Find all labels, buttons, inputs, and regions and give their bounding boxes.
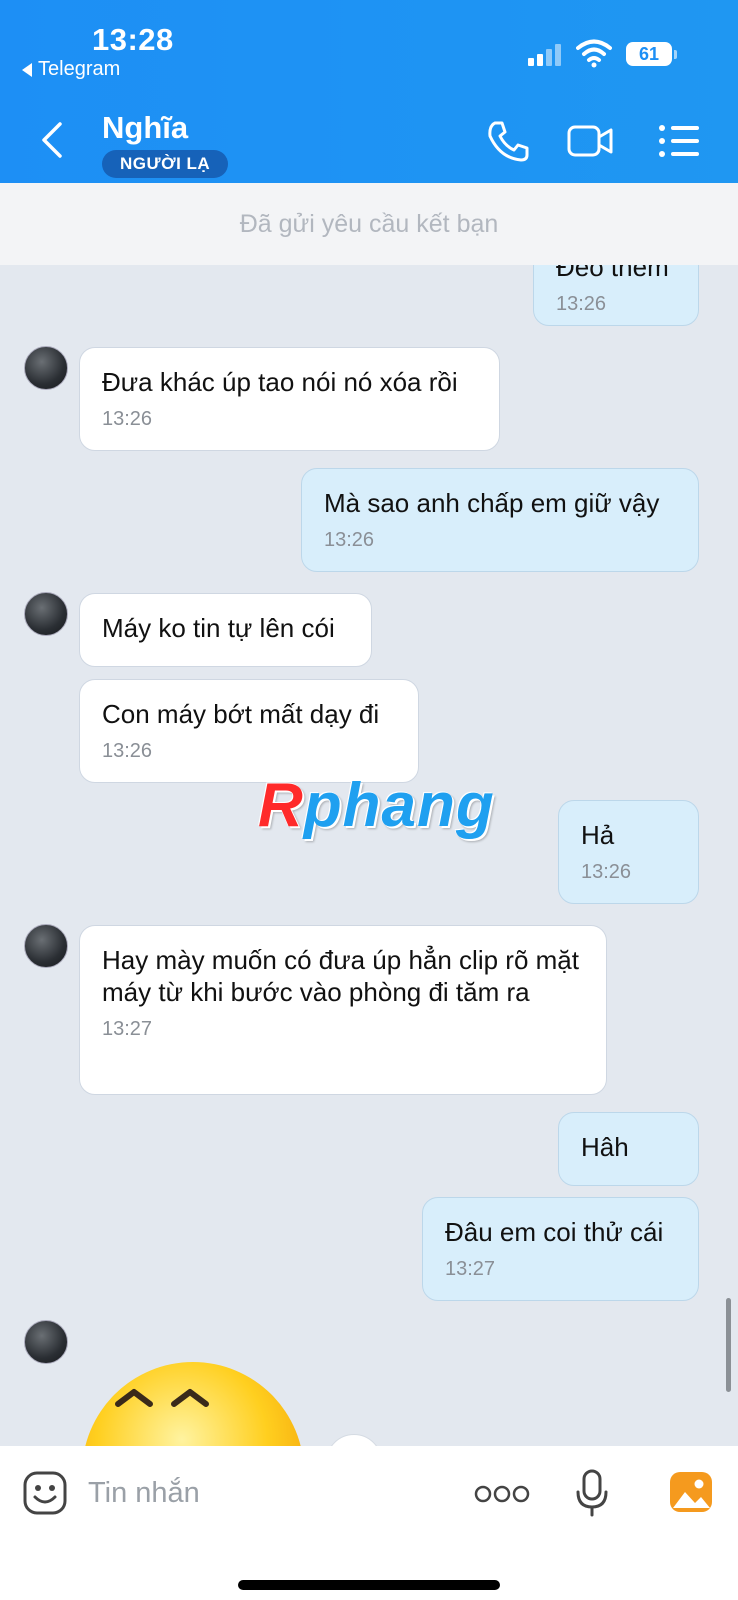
status-time: 13:28	[92, 22, 174, 57]
message-bubble-out[interactable]: Hả 13:26	[558, 800, 699, 904]
message-bubble-in[interactable]: Đưa khác úp tao nói nó xóa rồi 13:26	[79, 347, 500, 451]
sticker-icon[interactable]	[22, 1470, 68, 1516]
chevron-left-icon[interactable]	[38, 120, 68, 160]
avatar[interactable]	[24, 346, 68, 390]
watermark-logo: Rphang	[258, 771, 495, 840]
avatar[interactable]	[24, 592, 68, 636]
phone-icon[interactable]	[484, 118, 532, 164]
message-time: 13:26	[556, 293, 607, 315]
more-dots-icon[interactable]	[474, 1484, 530, 1504]
back-triangle-icon	[22, 62, 32, 77]
image-icon[interactable]	[668, 1470, 714, 1514]
message-bubble-out[interactable]: Mà sao anh chấp em giữ vậy 13:26	[301, 468, 699, 572]
message-time: 13:26	[324, 529, 375, 551]
message-text: Mà sao anh chấp em giữ vậy	[324, 488, 660, 518]
message-text: Con máy bớt mất dạy đi	[102, 699, 380, 729]
scrollbar[interactable]	[726, 1298, 731, 1392]
message-time: 13:26	[102, 408, 153, 430]
message-bubble-in[interactable]: Máy ko tin tự lên cói	[79, 593, 372, 667]
message-time: 13:27	[445, 1258, 496, 1280]
message-text: Hâh	[581, 1132, 629, 1162]
signal-icon	[528, 44, 561, 66]
contact-name[interactable]: Nghĩa	[102, 110, 188, 146]
video-icon[interactable]	[566, 118, 614, 164]
message-bubble-in[interactable]: Con máy bớt mất dạy đi 13:26	[79, 679, 419, 783]
friend-request-status: Đã gửi yêu cầu kết bạn	[0, 183, 738, 265]
battery-indicator: 61	[626, 42, 677, 66]
microphone-icon[interactable]	[574, 1468, 610, 1518]
message-text: Đâu em coi thử cái	[445, 1217, 664, 1247]
stranger-badge: NGƯỜI LẠ	[102, 150, 229, 178]
wifi-icon	[576, 39, 612, 68]
home-indicator[interactable]	[238, 1580, 500, 1590]
message-time: 13:26	[102, 740, 153, 762]
avatar[interactable]	[24, 924, 68, 968]
message-input-bar	[0, 1446, 738, 1600]
message-text: Hay mày muốn có đưa úp hẳn clip rõ mặt m…	[102, 945, 579, 1007]
back-to-app-link[interactable]: Telegram	[22, 58, 120, 81]
avatar[interactable]	[24, 1320, 68, 1364]
message-text: Hả	[581, 820, 615, 850]
message-bubble-in[interactable]: Hay mày muốn có đưa úp hẳn clip rõ mặt m…	[79, 925, 607, 1095]
message-input[interactable]	[88, 1470, 448, 1516]
message-time: 13:26	[581, 861, 632, 883]
list-menu-icon[interactable]	[656, 118, 704, 164]
back-app-label: Telegram	[38, 58, 121, 80]
message-bubble-out[interactable]: Đâu em coi thử cái 13:27	[422, 1197, 699, 1301]
message-text: Đưa khác úp tao nói nó xóa rồi	[102, 367, 458, 397]
message-time: 13:27	[102, 1018, 153, 1040]
chat-header: 13:28 Telegram 61 Nghĩa NGƯỜI LẠ	[0, 0, 738, 183]
message-bubble-out[interactable]: Hâh	[558, 1112, 699, 1186]
message-text: Máy ko tin tự lên cói	[102, 613, 335, 643]
